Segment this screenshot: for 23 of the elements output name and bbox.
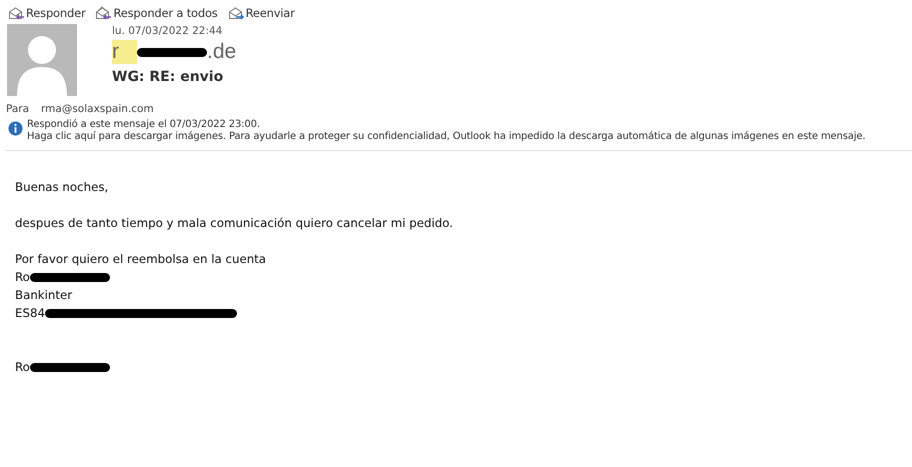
- envelope-icon: [95, 6, 112, 20]
- body-text: despues de tanto tiempo y mala comunicación quiero cancelar mi pedido.: [15, 216, 453, 230]
- toolbar-button[interactable]: Reenviar: [226, 6, 297, 20]
- recipient-address: rma@solaxspain.com: [41, 103, 154, 115]
- message-subject: WG: RE: envio: [112, 69, 224, 85]
- sender-address: r: [112, 40, 137, 64]
- body-text: Por favor quiero el reembolsa en la cuenta: [15, 252, 266, 266]
- info-icon: [8, 121, 23, 136]
- body-text: Bankinter: [15, 288, 72, 302]
- reply-notice: Respondió a este mensaje el 07/03/2022 23:00.: [27, 119, 261, 130]
- toolbar-button[interactable]: Responder: [6, 6, 88, 20]
- body-text: ES84: [15, 306, 45, 320]
- envelope-icon: [228, 6, 245, 20]
- body-text: Ro: [15, 360, 30, 374]
- envelope-icon: [8, 6, 25, 20]
- message-date: lu. 07/03/2022 22:44: [112, 25, 222, 37]
- image-download-notice[interactable]: Haga clic aquí para descargar imágenes. Para ayudarle a proteger su confidencialidad, Outlook ha impedido la descarga automática de algunas imágenes en este mensaje.: [27, 131, 866, 142]
- body-text: Ro: [15, 270, 30, 284]
- sender-address: .de: [207, 40, 236, 64]
- avatar: [7, 24, 77, 96]
- toolbar-button[interactable]: Responder a todos: [93, 6, 220, 20]
- to-label: Para: [6, 103, 30, 115]
- body-text: Buenas noches,: [15, 180, 108, 194]
